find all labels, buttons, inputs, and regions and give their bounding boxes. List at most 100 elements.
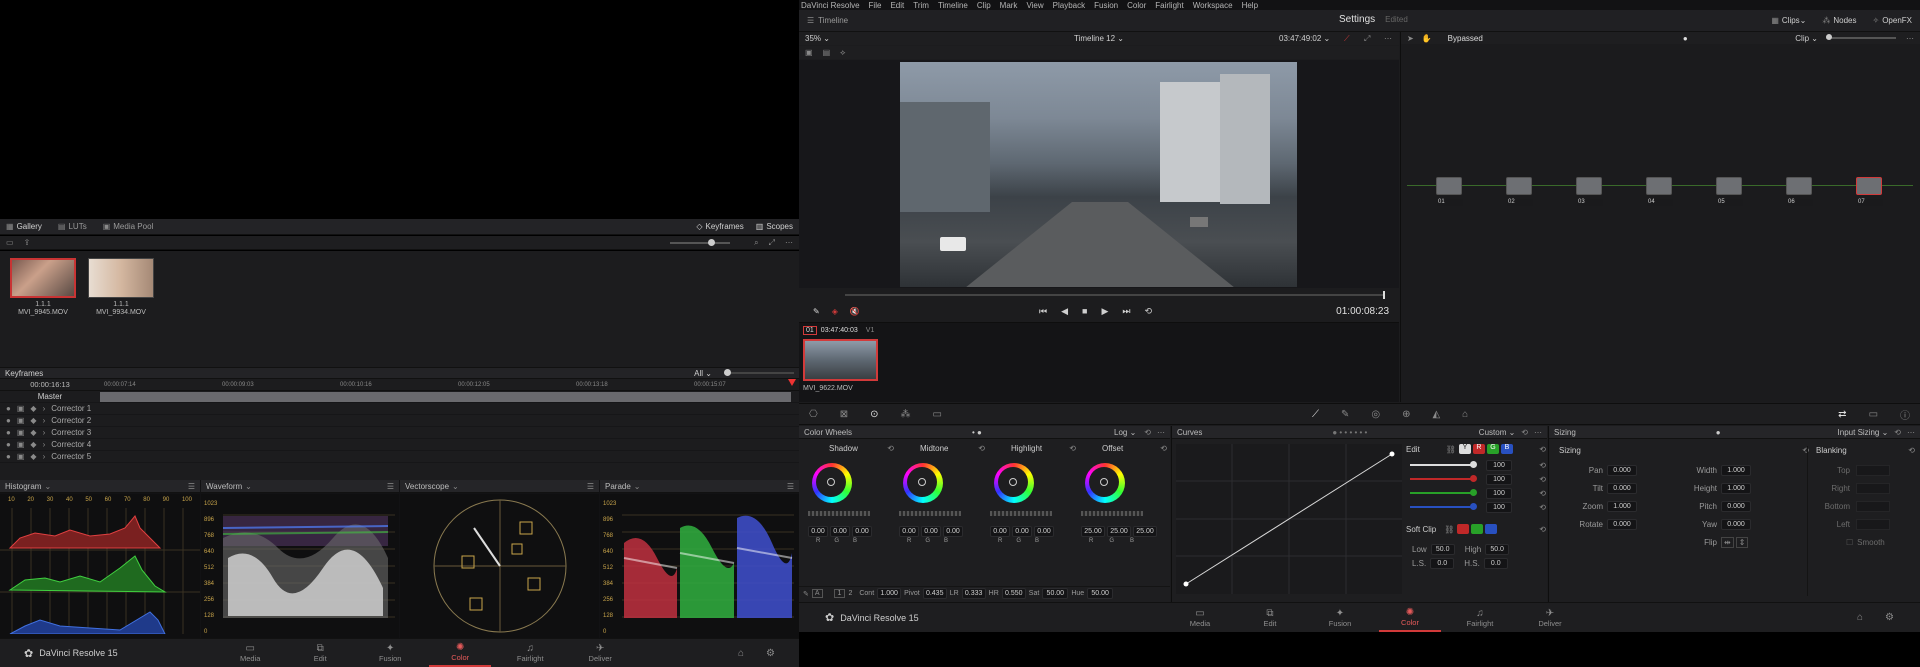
video-frame[interactable] xyxy=(900,62,1297,287)
hr-field[interactable] xyxy=(1001,588,1026,599)
search-icon[interactable]: ⌕ xyxy=(754,238,758,248)
timeline-toggle[interactable]: ☰ Timeline xyxy=(807,16,848,25)
reset-icon[interactable]: ⟲ xyxy=(887,444,894,453)
fullscreen-icon[interactable]: ⤢ xyxy=(1364,34,1370,44)
track-toggle-icon[interactable]: ● xyxy=(6,452,11,461)
page-tab-edit[interactable]: ⧉ Edit xyxy=(1239,604,1301,632)
loop-icon[interactable]: ⟲ xyxy=(1145,306,1153,317)
params-page-2[interactable]: 2 xyxy=(848,590,852,597)
wheels-more-icon[interactable]: ⋯ xyxy=(1157,428,1165,437)
midtone-b[interactable] xyxy=(943,526,963,537)
curves-more-icon[interactable]: ⋯ xyxy=(1534,428,1542,437)
pan-field[interactable] xyxy=(1607,464,1637,476)
keyframe-add-icon[interactable]: ◆ xyxy=(30,428,36,437)
curves-icon[interactable]: ⟋ xyxy=(1312,409,1319,420)
reset-icon[interactable]: ⟲ xyxy=(1160,444,1167,453)
node[interactable]: 05 xyxy=(1716,177,1743,206)
reset-icon[interactable]: ⟲ xyxy=(1539,445,1546,454)
smooth-checkbox[interactable]: ☐ xyxy=(1846,538,1853,547)
height-field[interactable] xyxy=(1721,482,1751,494)
sizing-mode-dropdown[interactable]: Input Sizing ⌄ xyxy=(1838,428,1889,437)
settings-gear-icon[interactable]: ⚙ xyxy=(766,648,775,659)
node-more-icon[interactable]: ⋯ xyxy=(1906,34,1914,43)
lr-field[interactable] xyxy=(961,588,986,599)
sizing-more-icon[interactable]: ⋯ xyxy=(1907,428,1915,437)
tilt-field[interactable] xyxy=(1607,482,1637,494)
reset-icon[interactable]: ⟲ xyxy=(1894,428,1901,437)
keyframe-zoom-slider[interactable] xyxy=(724,369,794,376)
softclip-g-button[interactable] xyxy=(1471,524,1484,534)
image-wipe-icon[interactable]: ▣ xyxy=(805,48,813,57)
keyframe-add-icon[interactable]: ◆ xyxy=(30,416,36,425)
reset-icon[interactable]: ⟲ xyxy=(1521,428,1528,437)
offset-wheel[interactable] xyxy=(1085,463,1125,503)
page-tab-fairlight[interactable]: ♫ Fairlight xyxy=(1449,604,1511,632)
edit-slider-g[interactable] xyxy=(1410,489,1477,496)
chevron-down-icon[interactable]: ⌄ xyxy=(452,482,459,491)
reset-icon[interactable]: ⟲ xyxy=(1144,428,1151,437)
skip-forward-icon[interactable]: ⏭ xyxy=(1122,306,1130,317)
viewer-more-icon[interactable]: ⋯ xyxy=(1384,34,1392,43)
split-screen-icon[interactable]: ▤ xyxy=(823,48,831,57)
menu-davinci[interactable]: DaVinci Resolve xyxy=(801,1,860,10)
highlight-mode-icon[interactable]: ◈ xyxy=(832,307,838,316)
node[interactable]: 03 xyxy=(1576,177,1603,206)
rotate-field[interactable] xyxy=(1607,518,1637,530)
sizing-icon[interactable]: ⇄ xyxy=(1838,409,1846,420)
offset-b[interactable] xyxy=(1133,526,1157,537)
window-icon[interactable]: ◎ xyxy=(1371,409,1380,420)
info-icon[interactable]: ⓘ xyxy=(1900,407,1910,422)
soft-clip-hs[interactable] xyxy=(1483,557,1508,569)
node[interactable]: 02 xyxy=(1506,177,1533,206)
auto-icon[interactable]: A xyxy=(811,589,823,598)
contrast-field[interactable] xyxy=(877,588,902,599)
midtone-g[interactable] xyxy=(921,526,941,537)
timecode-dropdown[interactable]: 03:47:49:02 ⌄ xyxy=(1279,34,1330,43)
lock-icon[interactable]: ▣ xyxy=(17,440,25,449)
midtone-r[interactable] xyxy=(899,526,919,537)
home-icon[interactable]: ⌂ xyxy=(738,648,744,659)
blanking-left-field[interactable] xyxy=(1856,518,1890,530)
menu-workspace[interactable]: Workspace xyxy=(1193,1,1233,10)
link-icon[interactable]: ⛓ xyxy=(1444,525,1454,534)
hand-icon[interactable]: ✋ xyxy=(1422,34,1432,43)
page-tab-media[interactable]: ▭ Media xyxy=(219,639,281,667)
menu-color[interactable]: Color xyxy=(1127,1,1146,10)
stop-icon[interactable]: ■ xyxy=(1082,306,1087,316)
page-tab-color[interactable]: ✺ Color xyxy=(429,639,492,667)
tab-scopes[interactable]: ▥ Scopes xyxy=(756,222,793,231)
menu-help[interactable]: Help xyxy=(1242,1,1258,10)
grab-still-icon[interactable]: ⇪ xyxy=(24,238,31,247)
thumbnail-size-slider[interactable] xyxy=(670,238,731,246)
edit-value-r[interactable] xyxy=(1486,473,1512,485)
link-icon[interactable]: ⛓ xyxy=(1446,445,1456,454)
menu-fairlight[interactable]: Fairlight xyxy=(1155,1,1183,10)
reset-icon[interactable]: ⟲ xyxy=(1539,489,1546,498)
menu-fusion[interactable]: Fusion xyxy=(1094,1,1118,10)
track-toggle-icon[interactable]: ● xyxy=(6,404,11,413)
channel-r-button[interactable]: R xyxy=(1472,444,1485,454)
lock-icon[interactable]: ▣ xyxy=(17,452,25,461)
page-tab-edit[interactable]: ⧉ Edit xyxy=(289,639,351,667)
channel-y-button[interactable]: Y xyxy=(1458,444,1471,454)
edit-value-b[interactable] xyxy=(1486,501,1512,513)
home-icon[interactable]: ⌂ xyxy=(1857,612,1863,623)
shadow-master-wheel[interactable] xyxy=(808,511,870,516)
page-tab-media[interactable]: ▭ Media xyxy=(1169,604,1231,632)
playhead[interactable] xyxy=(788,378,796,386)
softclip-b-button[interactable] xyxy=(1485,524,1498,534)
lock-icon[interactable]: ▣ xyxy=(17,416,25,425)
highlight-master-wheel[interactable] xyxy=(990,511,1052,516)
flip-horizontal-icon[interactable]: ⇹ xyxy=(1721,536,1734,548)
still-thumbnail[interactable] xyxy=(10,258,76,298)
keyframes-filter-dropdown[interactable]: All ⌄ xyxy=(694,369,712,378)
reset-icon[interactable]: ⟲ xyxy=(1069,444,1076,453)
expand-arrow-icon[interactable]: › xyxy=(43,416,46,425)
timeline-name-dropdown[interactable]: Timeline 12 ⌄ xyxy=(1074,34,1124,43)
expand-arrow-icon[interactable]: › xyxy=(43,404,46,413)
midtone-wheel[interactable] xyxy=(903,463,943,503)
play-icon[interactable]: ▶ xyxy=(1101,306,1108,317)
scope-settings-icon[interactable]: ☰ xyxy=(787,482,794,491)
menu-playback[interactable]: Playback xyxy=(1053,1,1085,10)
shadow-wheel[interactable] xyxy=(812,463,852,503)
